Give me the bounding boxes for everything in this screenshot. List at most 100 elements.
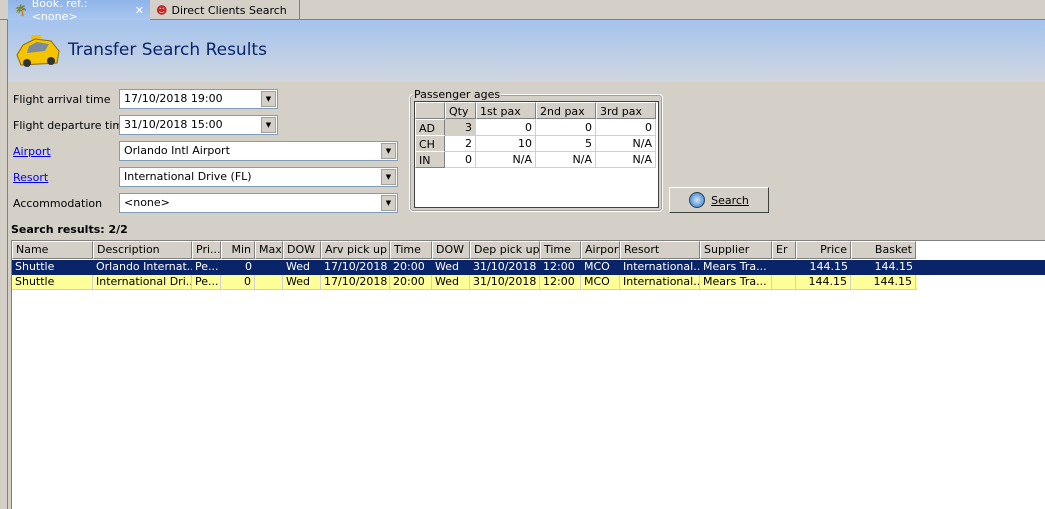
table-cell [772, 260, 796, 275]
column-header[interactable]: Max [255, 241, 283, 259]
passenger-cell[interactable]: N/A [596, 151, 656, 168]
column-header[interactable]: Basket [851, 241, 916, 259]
column-header[interactable]: Airport [581, 241, 620, 259]
table-cell: Mears Tra... [700, 275, 772, 290]
chevron-down-icon[interactable]: ▼ [381, 143, 396, 159]
passenger-ages-title: Passenger ages [413, 88, 502, 101]
table-cell: Pe... [192, 275, 221, 290]
search-icon [689, 192, 706, 208]
passenger-cell[interactable]: 0 [596, 119, 656, 136]
search-label: Search [711, 193, 749, 207]
arrival-time-input[interactable]: 17/10/2018 19:00 ▼ [119, 89, 278, 109]
column-header[interactable]: Time [390, 241, 432, 259]
table-cell [772, 275, 796, 290]
table-cell: International... [620, 275, 700, 290]
results-table[interactable]: Name Description Pri... Min Max DOW Arv pick u… [11, 240, 1045, 509]
table-cell: 144.15 [851, 275, 916, 290]
column-header[interactable]: Price [796, 241, 851, 259]
search-results-count: Search results: 2/2 [11, 223, 128, 236]
accommodation-value: <none> [124, 196, 170, 209]
chevron-down-icon[interactable]: ▼ [261, 91, 276, 107]
airport-value: Orlando Intl Airport [124, 144, 230, 157]
arrival-value: 17/10/2018 19:00 [124, 92, 223, 105]
table-cell: Mears Tra... [703, 260, 767, 273]
passenger-ages-grid[interactable]: Qty 1st pax 2nd pax 3rd pax AD 3 0 0 0 CH 2 10 5 N/A I… [414, 101, 659, 208]
table-cell: MCO [581, 275, 620, 290]
resort-value: International Drive (FL) [124, 170, 252, 183]
table-cell: 20:00 [393, 260, 425, 273]
column-header[interactable]: Arv pick up [321, 241, 390, 259]
passenger-cell[interactable]: 10 [476, 135, 536, 152]
palm-tree-icon: 🌴 [14, 3, 28, 17]
chevron-down-icon[interactable]: ▼ [261, 117, 276, 133]
column-header[interactable]: Pri... [192, 241, 221, 259]
passenger-cell[interactable]: 5 [536, 135, 596, 152]
chevron-down-icon[interactable]: ▼ [381, 195, 396, 211]
search-button[interactable]: Search [669, 187, 769, 213]
left-edge [0, 20, 8, 509]
airport-select[interactable]: Orlando Intl Airport ▼ [119, 141, 398, 161]
column-header[interactable]: DOW [283, 241, 321, 259]
table-cell: Wed [286, 260, 310, 273]
departure-value: 31/10/2018 15:00 [124, 118, 223, 131]
table-row[interactable]: Shuttle Orlando Internat... Pe... 0 Wed 17/10… [12, 260, 1045, 275]
tab-label: Direct Clients Search [171, 3, 287, 17]
table-cell: 31/10/2018 [470, 275, 540, 290]
table-cell: Shuttle [15, 260, 55, 273]
table-cell: 17/10/2018 [324, 260, 388, 273]
passenger-cell[interactable]: 3 [445, 119, 476, 136]
table-cell: 17/10/2018 [321, 275, 390, 290]
column-header[interactable]: Description [93, 241, 192, 259]
column-header[interactable]: Time [540, 241, 581, 259]
table-cell: 0 [221, 275, 255, 290]
column-header[interactable]: Resort [620, 241, 700, 259]
passenger-col-header: 3rd pax [596, 102, 656, 119]
passenger-cell[interactable]: 0 [445, 151, 476, 168]
table-cell: 31/10/2018 [473, 260, 537, 273]
page-title: Transfer Search Results [68, 40, 267, 60]
passenger-col-header [415, 102, 445, 119]
column-header[interactable]: Supplier [700, 241, 772, 259]
person-icon: ☻ [156, 3, 168, 17]
passenger-cell[interactable]: 2 [445, 135, 476, 152]
table-cell: Wed [435, 260, 459, 273]
table-cell: Pe... [195, 260, 219, 273]
passenger-cell[interactable]: N/A [476, 151, 536, 168]
passenger-row-header: CH [415, 135, 445, 152]
table-row[interactable]: Shuttle International Dri... Pe... 0 Wed 17/1… [12, 275, 917, 290]
table-cell: International Dri... [93, 275, 192, 290]
table-cell: 144.15 [796, 275, 851, 290]
table-cell: 20:00 [390, 275, 432, 290]
table-cell: 144.15 [874, 260, 914, 273]
table-cell [255, 260, 283, 275]
passenger-cell[interactable]: N/A [536, 151, 596, 168]
table-cell: International... [623, 260, 700, 273]
airport-link[interactable]: Airport [13, 145, 51, 158]
column-header[interactable]: Name [12, 241, 93, 259]
close-icon[interactable]: ✕ [135, 4, 144, 17]
column-header[interactable]: Er [772, 241, 796, 259]
departure-label: Flight departure time [13, 119, 130, 132]
table-cell [255, 275, 283, 290]
departure-time-input[interactable]: 31/10/2018 15:00 ▼ [119, 115, 278, 135]
table-cell: 12:00 [540, 275, 581, 290]
accommodation-select[interactable]: <none> ▼ [119, 193, 398, 213]
passenger-col-header: 2nd pax [536, 102, 596, 119]
table-cell: Shuttle [12, 275, 93, 290]
column-header[interactable]: Min [221, 241, 255, 259]
table-cell: 144.15 [809, 260, 849, 273]
column-header[interactable]: Dep pick up [470, 241, 540, 259]
chevron-down-icon[interactable]: ▼ [381, 169, 396, 185]
passenger-cell[interactable]: 0 [536, 119, 596, 136]
arrival-label: Flight arrival time [13, 93, 111, 106]
resort-link[interactable]: Resort [13, 171, 48, 184]
passenger-cell[interactable]: N/A [596, 135, 656, 152]
accommodation-label: Accommodation [13, 197, 103, 210]
tab-direct-clients-search[interactable]: ☻ Direct Clients Search [150, 0, 300, 20]
tab-booking[interactable]: 🌴 Book. ref.: <none> ✕ [8, 0, 150, 23]
taxi-icon [15, 33, 61, 69]
column-header[interactable]: DOW [432, 241, 470, 259]
table-cell: 0 [245, 260, 252, 273]
passenger-cell[interactable]: 0 [476, 119, 536, 136]
resort-select[interactable]: International Drive (FL) ▼ [119, 167, 398, 187]
